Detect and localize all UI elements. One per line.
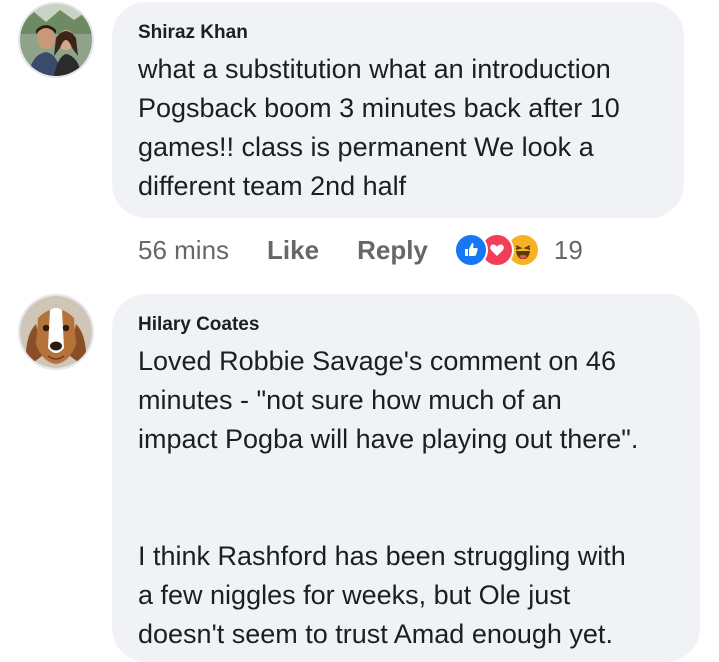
reaction-count[interactable]: 19 [554,235,583,266]
avatar-photo [20,4,92,76]
comment-author[interactable]: Shiraz Khan [138,22,658,44]
like-icon [453,233,488,267]
comment-author[interactable]: Hilary Coates [138,314,674,336]
comment-bubble: Hilary Coates Loved Robbie Savage's comm… [112,294,700,662]
comment-text: Loved Robbie Savage's comment on 46 minu… [138,346,639,649]
comment-timestamp[interactable]: 56 mins [138,235,229,266]
comment-text: what a substitution what an introduction… [138,54,620,201]
like-button[interactable]: Like [267,235,319,266]
avatar[interactable] [18,294,94,370]
avatar-photo [20,296,92,368]
comment-bubble: Shiraz Khan what a substitution what an … [112,2,684,218]
reply-button[interactable]: Reply [357,235,428,266]
comment-actions: 56 mins Like Reply 19 [138,232,583,268]
avatar[interactable] [18,2,94,78]
reactions-summary[interactable] [453,233,540,267]
